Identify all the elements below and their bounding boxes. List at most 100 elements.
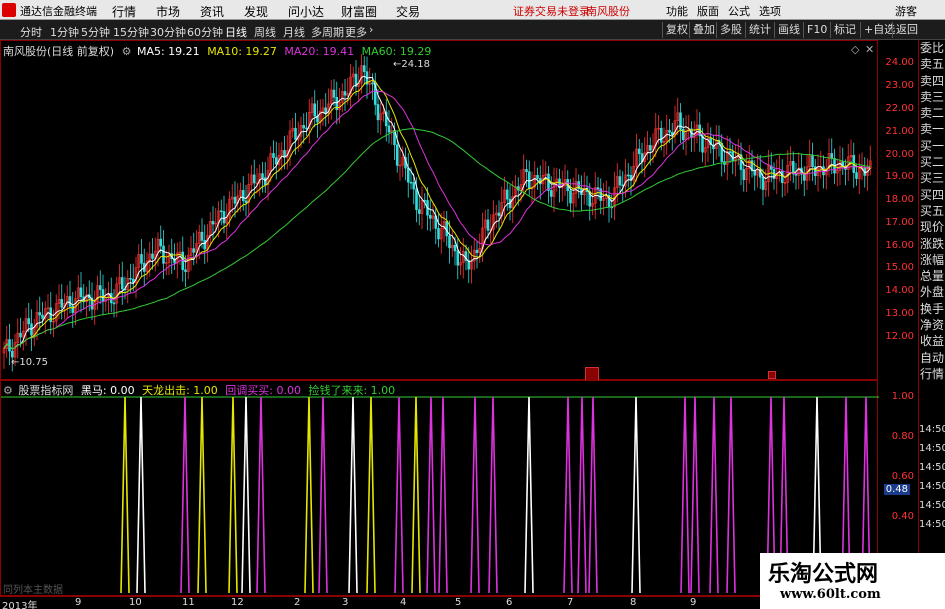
btn-duogu[interactable]: 多股: [716, 22, 742, 38]
rp-sell1[interactable]: 卖一: [919, 121, 945, 137]
candle-body: [362, 65, 366, 72]
indicator-spike: [631, 396, 641, 594]
btn-biaoji[interactable]: 标记: [830, 22, 856, 38]
indicator-panel[interactable]: ⚙ 股票指标网 黑马: 0.00 天龙出击: 1.00 回调买买: 0.00 捡…: [0, 380, 879, 596]
indicator-spike: [411, 396, 421, 594]
tab-multi-period[interactable]: 多周期: [311, 24, 344, 40]
candle-body: [140, 254, 143, 264]
guest-label[interactable]: 游客: [895, 3, 917, 19]
menu-zixun[interactable]: 资讯: [200, 3, 224, 20]
menu-xuanxiang[interactable]: 选项: [759, 3, 781, 19]
rp-buy2[interactable]: 买二: [919, 154, 945, 170]
rp-sell5[interactable]: 卖五: [919, 56, 945, 72]
rp-sell2[interactable]: 卖二: [919, 105, 945, 121]
btn-f10[interactable]: F10: [803, 22, 827, 38]
candle-body: [445, 221, 449, 237]
indicator-spike: [577, 396, 587, 594]
event-marker-small-icon[interactable]: [768, 371, 776, 379]
menu-gongneng[interactable]: 功能: [666, 3, 688, 19]
rp-hangqing[interactable]: 行情: [919, 366, 945, 382]
rp-netasset[interactable]: 净资: [919, 317, 945, 333]
rp-outer[interactable]: 外盘: [919, 284, 945, 300]
rp-change[interactable]: 涨跌: [919, 236, 945, 252]
menu-faxian[interactable]: 发现: [244, 3, 268, 20]
candle-body: [302, 125, 306, 129]
candle-body: [162, 245, 165, 264]
ind-tick: 0.40: [891, 511, 914, 522]
menu-shichang[interactable]: 市场: [156, 3, 180, 20]
rp-sell4[interactable]: 卖四: [919, 73, 945, 89]
tab-monthly[interactable]: 月线: [283, 24, 305, 40]
candle-body: [71, 305, 75, 313]
time-tick: 9: [690, 597, 697, 608]
candle-body: [761, 176, 765, 190]
tab-60min[interactable]: 60分钟: [187, 24, 223, 40]
btn-add-watchlist[interactable]: +自选: [860, 22, 895, 38]
candle-body: [19, 332, 22, 338]
kline-chart-panel[interactable]: 南风股份(日线 前复权) ⚙ MA5: 19.21 MA10: 19.27 MA…: [0, 40, 878, 381]
current-value-tag: 0.48: [883, 484, 910, 495]
candle-body: [486, 219, 490, 231]
btn-fuquan[interactable]: 复权: [662, 22, 688, 38]
candle-body: [527, 171, 531, 190]
login-status[interactable]: 证券交易未登录: [513, 3, 590, 19]
price-axis: 24.00 23.00 22.00 21.00 20.00 19.00 18.0…: [878, 40, 918, 380]
btn-diejia[interactable]: 叠加: [689, 22, 715, 38]
candle-body: [41, 314, 44, 319]
price-tick: 20.00: [885, 149, 914, 160]
candle-body: [343, 91, 347, 96]
candle-body: [192, 248, 196, 253]
rp-price[interactable]: 现价: [919, 219, 945, 235]
rp-volume[interactable]: 总量: [919, 268, 945, 284]
btn-tongji[interactable]: 统计: [745, 22, 771, 38]
time-tick: 8: [630, 597, 637, 608]
candle-body: [525, 169, 528, 173]
rp-buy4[interactable]: 买四: [919, 187, 945, 203]
chevron-right-icon[interactable]: ›: [369, 23, 373, 36]
tab-5min[interactable]: 5分钟: [81, 24, 110, 40]
candle-body: [659, 127, 663, 143]
ind-tick: 0.80: [891, 431, 914, 442]
btn-huaxian[interactable]: 画线: [774, 22, 800, 38]
candle-body: [233, 196, 237, 204]
indicator-svg: [1, 396, 879, 594]
indicator-spike: [709, 396, 719, 594]
tab-15min[interactable]: 15分钟: [113, 24, 149, 40]
rp-earnings[interactable]: 收益: [919, 333, 945, 349]
indicator-spike: [180, 396, 190, 594]
rp-sell3[interactable]: 卖三: [919, 89, 945, 105]
menu-jiaoyi[interactable]: 交易: [396, 3, 420, 20]
candle-body: [241, 190, 245, 202]
high-price-value: 24.18: [401, 59, 431, 70]
candle-body: [701, 135, 704, 153]
tab-more[interactable]: 更多: [345, 24, 367, 40]
quote-side-panel: 委比 卖五 卖四 卖三 卖二 卖一 买一 买二 买三 买四 买五 现价 涨跌 涨…: [918, 40, 945, 420]
menu-wenxiaoda[interactable]: 问小达: [288, 3, 324, 20]
rp-buy5[interactable]: 买五: [919, 203, 945, 219]
btn-back[interactable]: 返回: [892, 22, 918, 38]
indicator-spike: [120, 396, 130, 594]
candle-body: [728, 151, 732, 153]
rp-weibi[interactable]: 委比: [919, 40, 945, 56]
tab-fenshi[interactable]: 分时: [20, 24, 42, 40]
menu-hangqing[interactable]: 行情: [112, 3, 136, 20]
time-tick: 9: [75, 597, 82, 608]
rp-buy1[interactable]: 买一: [919, 138, 945, 154]
rp-turnover[interactable]: 换手: [919, 301, 945, 317]
tab-30min[interactable]: 30分钟: [150, 24, 186, 40]
menu-gongshi[interactable]: 公式: [728, 3, 750, 19]
rp-change-pct[interactable]: 涨幅: [919, 252, 945, 268]
menu-caifuquan[interactable]: 财富圈: [341, 3, 377, 20]
tab-1min[interactable]: 1分钟: [50, 24, 79, 40]
rp-buy3[interactable]: 买三: [919, 170, 945, 186]
candle-body: [68, 296, 72, 307]
rp-auto[interactable]: 自动: [919, 350, 945, 366]
menu-banmian[interactable]: 版面: [697, 3, 719, 19]
event-marker-icon[interactable]: [585, 367, 599, 381]
ind-tick: 0.60: [891, 471, 914, 482]
low-price-annotation: ←10.75: [11, 357, 49, 368]
tab-weekly[interactable]: 周线: [254, 24, 276, 40]
candle-body: [505, 189, 509, 200]
candle-body: [648, 145, 652, 151]
tab-daily[interactable]: 日线: [225, 24, 247, 40]
